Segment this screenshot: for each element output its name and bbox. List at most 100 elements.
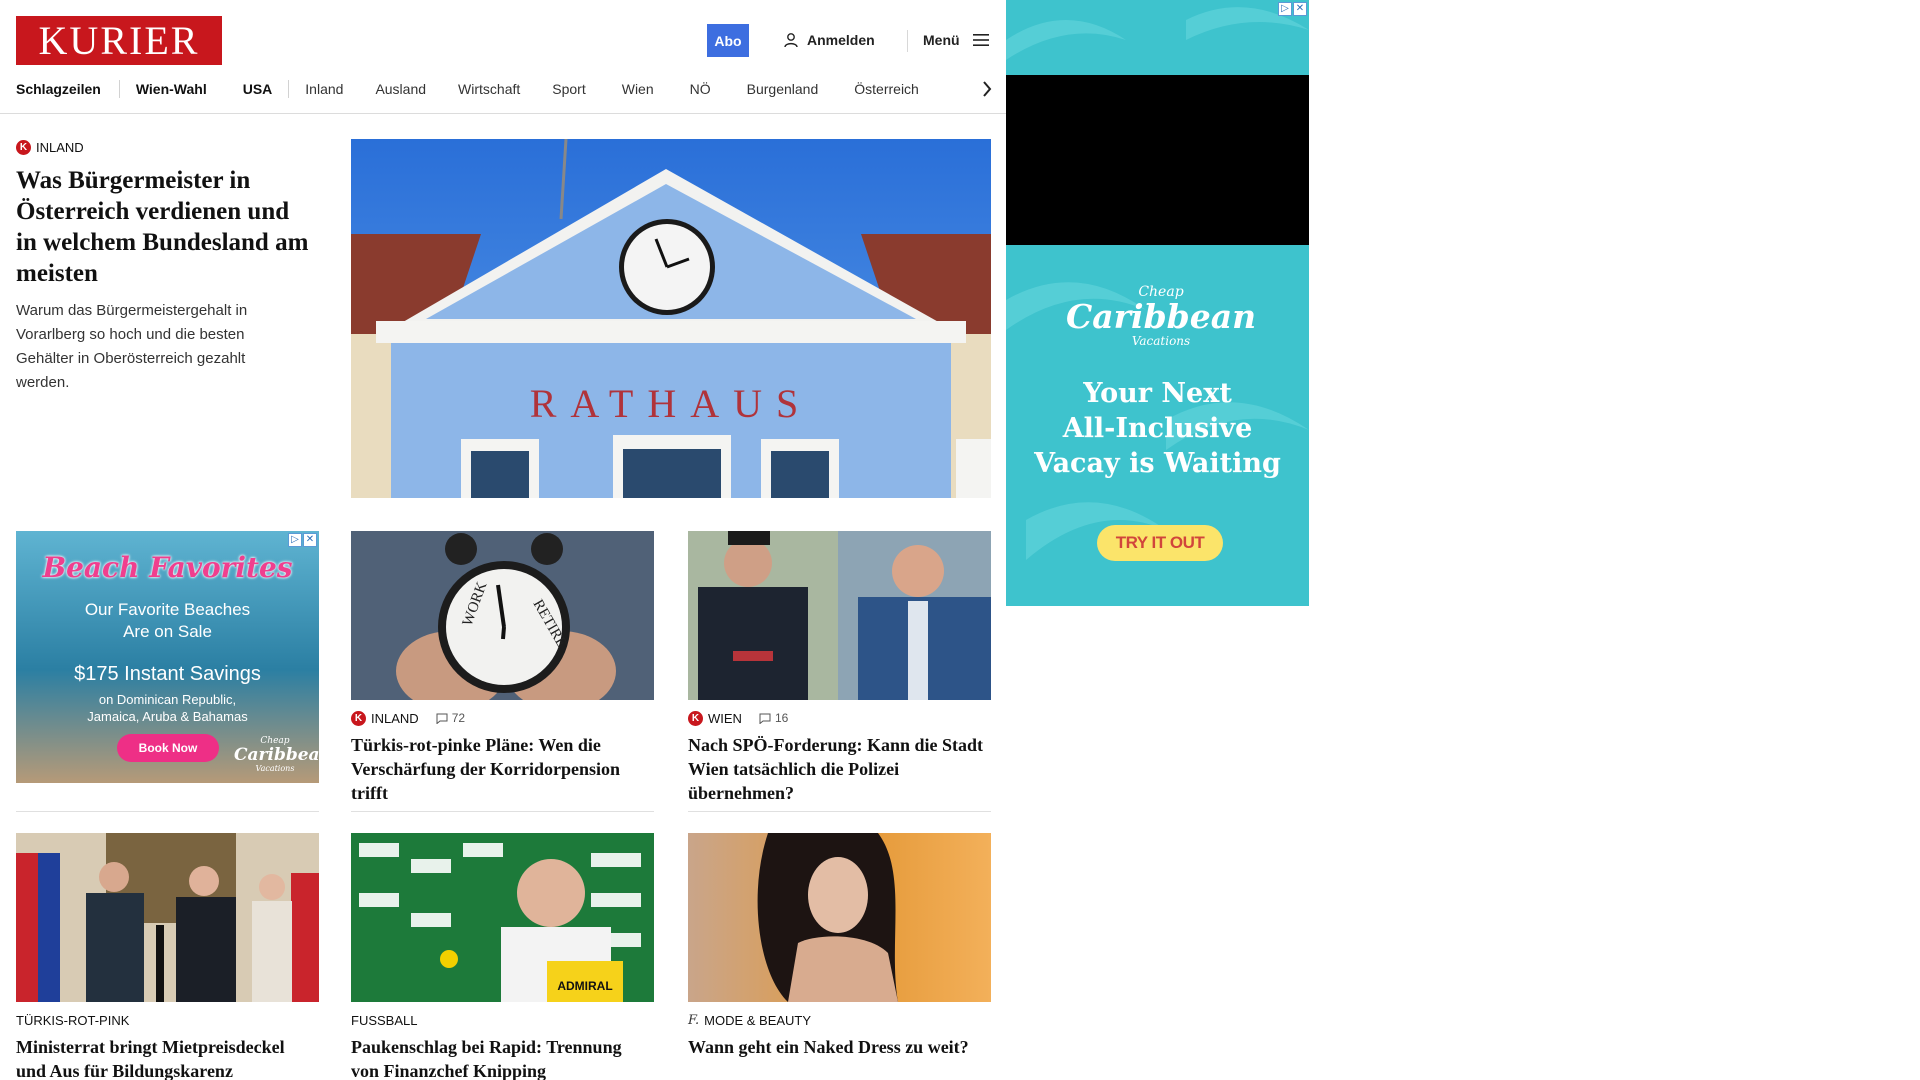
ad-info-icon[interactable]: ▷: [1278, 2, 1292, 16]
ad-choices[interactable]: ▷ ✕: [1278, 2, 1307, 16]
caribbean-brand-bottom: Vacations: [1131, 334, 1191, 348]
site-header: KURIER Abo Anmelden Menü Schlagzeilen Wi…: [0, 0, 1006, 114]
nav-item-usa[interactable]: USA: [243, 81, 273, 97]
nav-item-inland[interactable]: Inland: [305, 81, 343, 97]
login-label: Anmelden: [807, 32, 875, 48]
kicker-label: FUSSBALL: [351, 1012, 418, 1028]
hero-article[interactable]: K INLAND Was Bürgermeister in Österreich…: [16, 139, 316, 395]
hamburger-icon: [972, 34, 989, 46]
article-headline[interactable]: Ministerrat bringt Mietpreisdeckel und A…: [16, 1035, 319, 1080]
article-headline[interactable]: Wann geht ein Naked Dress zu weit?: [688, 1035, 991, 1059]
article-kicker: K WIEN 16: [688, 710, 991, 726]
hero-headline[interactable]: Was Bürgermeister in Österreich verdiene…: [16, 165, 316, 289]
caribbean-line1: Your Next: [1083, 378, 1232, 409]
nav-item-ausland[interactable]: Ausland: [375, 81, 426, 97]
chevron-right-icon: [983, 81, 992, 97]
header-divider: [907, 30, 908, 52]
article-thumbnail[interactable]: [16, 833, 319, 1002]
kurier-badge-icon: K: [351, 710, 366, 726]
article-thumbnail[interactable]: [688, 531, 991, 700]
kurier-badge-icon: K: [688, 710, 703, 726]
beach-ad-detail2: Jamaica, Aruba & Bahamas: [87, 709, 248, 724]
ad-close-icon[interactable]: ✕: [303, 533, 317, 547]
nav-item-oesterreich[interactable]: Österreich: [854, 81, 919, 97]
login-link[interactable]: Anmelden: [783, 28, 875, 52]
article-card[interactable]: ADMIRAL FUSSBALL Paukenschlag bei Rapid:…: [351, 833, 654, 1080]
caribbean-brand-main: Caribbean: [1066, 297, 1257, 336]
article-card[interactable]: f. MODE & BEAUTY Wann geht ein Naked Dre…: [688, 833, 991, 1059]
kicker-label: WIEN: [708, 710, 742, 726]
nav-item-sport[interactable]: Sport: [552, 81, 585, 97]
nav-item-noe[interactable]: NÖ: [690, 81, 711, 97]
article-card[interactable]: TÜRKIS-ROT-PINK Ministerrat bringt Mietp…: [16, 833, 319, 1080]
article-headline[interactable]: Nach SPÖ-Forderung: Kann die Stadt Wien …: [688, 733, 991, 805]
alarm-clock-photo: WORK RETIRE: [351, 531, 654, 700]
nav-item-wirtschaft[interactable]: Wirtschaft: [458, 81, 520, 97]
rapid-press-photo: ADMIRAL: [351, 833, 654, 1002]
freizeit-badge-icon: f.: [688, 1012, 700, 1028]
kurier-logo[interactable]: KURIER: [16, 16, 222, 65]
article-headline[interactable]: Türkis-rot-pinke Pläne: Wen die Verschär…: [351, 733, 654, 805]
comment-count-value: 16: [774, 711, 789, 725]
ad-info-icon[interactable]: ▷: [288, 533, 302, 547]
nav-item-schlagzeilen[interactable]: Schlagzeilen: [16, 81, 101, 97]
hero-kicker: K INLAND: [16, 139, 316, 155]
row-divider: [351, 811, 654, 812]
police-mayor-photo: [688, 531, 991, 700]
book-now-button[interactable]: Book Now: [117, 734, 219, 762]
comment-count-value: 72: [451, 711, 466, 725]
caribbean-ad-headline: Your Next All-Inclusive Vacay is Waiting: [1006, 376, 1309, 481]
naked-dress-photo: [688, 833, 991, 1002]
kurier-badge-icon: K: [16, 139, 31, 155]
article-card[interactable]: WORK RETIRE K INLAND 72 Türkis-rot-pinke…: [351, 531, 654, 805]
caribbean-line2: All-Inclusive: [1062, 413, 1253, 444]
ad-beach-favorites[interactable]: ▷ ✕ Beach Favorites Our Favorite Beaches…: [16, 531, 319, 783]
article-kicker: TÜRKIS-ROT-PINK: [16, 1012, 319, 1028]
article-kicker: K INLAND 72: [351, 710, 654, 726]
caribbean-ad-brand: Cheap Caribbean Vacations: [1066, 284, 1256, 348]
kicker-label: MODE & BEAUTY: [704, 1012, 812, 1028]
menu-label: Menü: [923, 32, 960, 48]
beach-ad-brand: Cheap Caribbean Vacations: [234, 735, 319, 775]
beach-ad-tagline: Our Favorite Beaches Are on Sale: [16, 599, 319, 643]
nav-separator: [288, 80, 290, 98]
sponsor-sign-text: ADMIRAL: [557, 979, 612, 993]
article-kicker: FUSSBALL: [351, 1012, 654, 1028]
article-thumbnail[interactable]: [688, 833, 991, 1002]
beach-ad-savings: $175 Instant Savings: [74, 663, 261, 685]
article-kicker: f. MODE & BEAUTY: [688, 1012, 991, 1028]
article-card[interactable]: K WIEN 16 Nach SPÖ-Forderung: Kann die S…: [688, 531, 991, 805]
section-nav: Schlagzeilen Wien-Wahl USA Inland Auslan…: [16, 76, 996, 102]
rathaus-illustration: RATHAUS: [351, 139, 991, 498]
kicker-label: INLAND: [371, 710, 419, 726]
user-icon: [784, 33, 798, 48]
abo-button[interactable]: Abo: [707, 24, 749, 57]
nav-item-wien-wahl[interactable]: Wien-Wahl: [136, 81, 207, 97]
beach-ad-title: Beach Favorites: [42, 551, 293, 584]
try-it-out-button[interactable]: TRY IT OUT: [1097, 525, 1223, 561]
article-thumbnail[interactable]: ADMIRAL: [351, 833, 654, 1002]
nav-scroll-right[interactable]: [974, 76, 1000, 102]
beach-ad-details: on Dominican Republic, Jamaica, Aruba & …: [16, 691, 319, 725]
comment-count[interactable]: 72: [436, 711, 465, 725]
hero-kicker-label: INLAND: [36, 139, 84, 155]
rathaus-sign-text: RATHAUS: [530, 381, 812, 426]
menu-button[interactable]: Menü: [923, 28, 990, 52]
nav-item-wien[interactable]: Wien: [622, 81, 654, 97]
kicker-label: TÜRKIS-ROT-PINK: [16, 1012, 130, 1028]
comment-icon: [759, 713, 771, 724]
comment-count[interactable]: 16: [759, 711, 788, 725]
ad-choices[interactable]: ▷ ✕: [288, 533, 317, 547]
beach-ad-line2: Are on Sale: [123, 622, 212, 641]
hero-image[interactable]: RATHAUS: [351, 139, 991, 498]
article-headline[interactable]: Paukenschlag bei Rapid: Trennung von Fin…: [351, 1035, 654, 1080]
ad-caribbean-vacations[interactable]: ▷ ✕ Cheap Caribbean Vacations Your Next …: [1006, 0, 1309, 606]
row-divider: [688, 811, 991, 812]
beach-ad-detail1: on Dominican Republic,: [98, 692, 237, 707]
nav-item-burgenland[interactable]: Burgenland: [747, 81, 819, 97]
hero-teaser: Warum das Bürgermeistergehalt in Vorarlb…: [16, 302, 248, 391]
ad-close-icon[interactable]: ✕: [1293, 2, 1307, 16]
caribbean-line3: Vacay is Waiting: [1034, 448, 1281, 479]
comment-icon: [436, 713, 448, 724]
article-thumbnail[interactable]: WORK RETIRE: [351, 531, 654, 700]
